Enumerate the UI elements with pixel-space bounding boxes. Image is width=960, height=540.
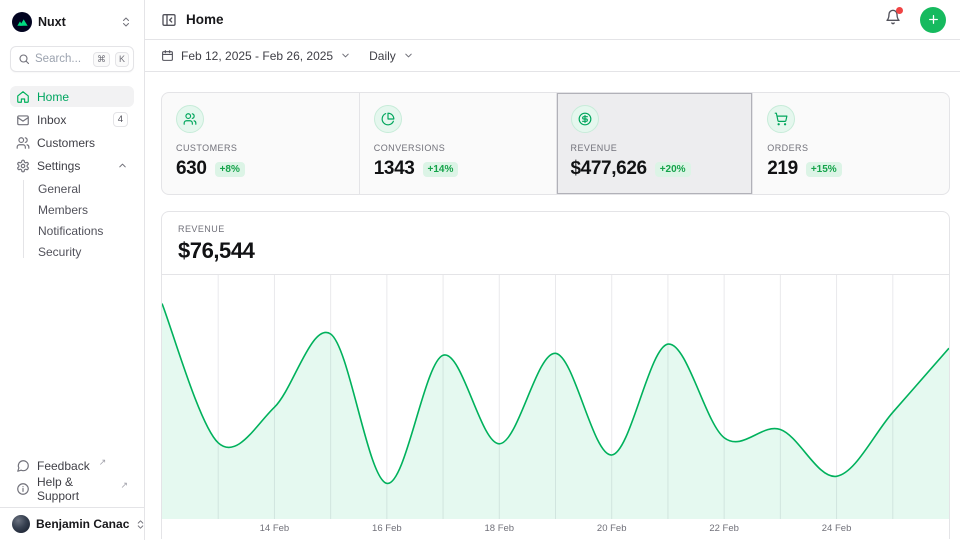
sub-item-label: Security (38, 245, 81, 259)
filter-bar: Feb 12, 2025 - Feb 26, 2025 Daily (145, 40, 960, 72)
sidebar: Nuxt Search... ⌘ K Home (0, 0, 145, 540)
sidebar-item-settings[interactable]: Settings (10, 155, 134, 176)
stat-delta-badge: +8% (215, 162, 245, 177)
external-link-icon: ↗ (120, 480, 128, 491)
stat-card-customers[interactable]: CUSTOMERS 630 +8% (162, 93, 359, 194)
inbox-count-badge: 4 (113, 112, 128, 127)
x-tick-label: 22 Feb (709, 523, 739, 534)
plus-icon (927, 13, 940, 26)
stat-delta-badge: +20% (655, 162, 691, 177)
stat-label: REVENUE (571, 143, 739, 153)
x-tick-label: 16 Feb (372, 523, 402, 534)
kbd-cmd: ⌘ (93, 52, 110, 67)
sidebar-nav: Home Inbox 4 Customers (10, 86, 134, 264)
users-icon (16, 136, 30, 150)
nuxt-logo-icon (12, 12, 32, 32)
stat-label: CUSTOMERS (176, 143, 345, 153)
chart-header: REVENUE $76,544 (162, 212, 949, 275)
revenue-chart-card: REVENUE $76,544 14 Feb 16 Feb 18 Feb 20 Feb… (161, 211, 950, 539)
stats-row: CUSTOMERS 630 +8% CONVERSIONS 1343 +14% (161, 92, 950, 195)
x-tick-label: 18 Feb (484, 523, 514, 534)
user-menu[interactable]: Benjamin Canac (0, 507, 144, 540)
stat-delta-badge: +15% (806, 162, 842, 177)
sidebar-item-inbox[interactable]: Inbox 4 (10, 109, 134, 130)
dollar-circle-icon (571, 105, 599, 133)
x-tick-label: 14 Feb (260, 523, 290, 534)
stat-value: 219 (767, 158, 798, 180)
sidebar-item-label: Settings (37, 159, 80, 173)
date-range-label: Feb 12, 2025 - Feb 26, 2025 (181, 49, 333, 63)
sidebar-item-customers[interactable]: Customers (10, 132, 134, 153)
chevron-down-icon (340, 50, 351, 61)
stat-value: 1343 (374, 158, 415, 180)
content: CUSTOMERS 630 +8% CONVERSIONS 1343 +14% (145, 72, 960, 540)
granularity-select[interactable]: Daily (369, 49, 414, 63)
shopping-cart-icon (767, 105, 795, 133)
sidebar-item-help-support[interactable]: Help & Support ↗ (10, 478, 134, 499)
chart-total-value: $76,544 (178, 238, 933, 264)
calendar-icon (161, 49, 174, 62)
stat-card-orders[interactable]: ORDERS 219 +15% (752, 93, 949, 194)
user-name: Benjamin Canac (36, 517, 129, 531)
sidebar-item-home[interactable]: Home (10, 86, 134, 107)
topbar: Home (145, 0, 960, 40)
x-tick-label: 24 Feb (822, 523, 852, 534)
sidebar-collapse-icon[interactable] (161, 12, 177, 28)
app-root: Nuxt Search... ⌘ K Home (0, 0, 960, 540)
sidebar-item-security[interactable]: Security (10, 241, 134, 262)
sidebar-item-notifications[interactable]: Notifications (10, 220, 134, 241)
search-icon (18, 53, 30, 65)
stat-value: 630 (176, 158, 207, 180)
stat-card-conversions[interactable]: CONVERSIONS 1343 +14% (359, 93, 556, 194)
sub-item-label: Members (38, 203, 88, 217)
granularity-label: Daily (369, 49, 396, 63)
kbd-k: K (115, 52, 129, 67)
chevron-down-icon (403, 50, 414, 61)
search-placeholder: Search... (35, 53, 88, 65)
message-bubble-icon (16, 459, 30, 473)
team-switcher[interactable]: Nuxt (10, 10, 134, 34)
sidebar-item-label: Feedback (37, 459, 90, 473)
sidebar-item-label: Home (37, 90, 69, 104)
stat-delta-badge: +14% (423, 162, 459, 177)
main-area: Home Feb 12, 2025 - Feb 26, 2025 Daily (145, 0, 960, 540)
add-button[interactable] (920, 7, 946, 33)
stat-value: $477,626 (571, 158, 647, 180)
notification-dot (896, 7, 903, 14)
stat-label: ORDERS (767, 143, 935, 153)
pie-chart-icon (374, 105, 402, 133)
sidebar-footer-nav: Feedback ↗ Help & Support ↗ (10, 455, 134, 507)
sidebar-item-label: Customers (37, 136, 95, 150)
chart-x-axis: 14 Feb 16 Feb 18 Feb 20 Feb 22 Feb 24 Feb (162, 519, 949, 539)
sidebar-item-members[interactable]: Members (10, 199, 134, 220)
info-circle-icon (16, 482, 30, 496)
x-tick-label: 20 Feb (597, 523, 627, 534)
home-icon (16, 90, 30, 104)
chart-title: REVENUE (178, 224, 933, 234)
chevron-up-icon (117, 160, 128, 171)
settings-subnav: General Members Notifications Security (10, 178, 134, 262)
sidebar-item-general[interactable]: General (10, 178, 134, 199)
stat-card-revenue[interactable]: REVENUE $477,626 +20% (556, 93, 753, 194)
avatar (12, 515, 30, 533)
chevrons-up-down-icon (120, 16, 132, 28)
sub-item-label: Notifications (38, 224, 103, 238)
sub-item-label: General (38, 182, 81, 196)
gear-icon (16, 159, 30, 173)
team-name: Nuxt (38, 15, 114, 29)
date-range-picker[interactable]: Feb 12, 2025 - Feb 26, 2025 (161, 49, 351, 63)
stat-label: CONVERSIONS (374, 143, 542, 153)
page-title: Home (186, 12, 876, 27)
users-icon (176, 105, 204, 133)
sidebar-item-label: Help & Support (37, 475, 111, 503)
external-link-icon: ↗ (99, 457, 107, 468)
revenue-area-chart (162, 275, 949, 519)
search-input[interactable]: Search... ⌘ K (10, 46, 134, 72)
sidebar-item-label: Inbox (37, 113, 66, 127)
notifications-button[interactable] (885, 9, 901, 30)
sidebar-item-feedback[interactable]: Feedback ↗ (10, 455, 134, 476)
inbox-icon (16, 113, 30, 127)
